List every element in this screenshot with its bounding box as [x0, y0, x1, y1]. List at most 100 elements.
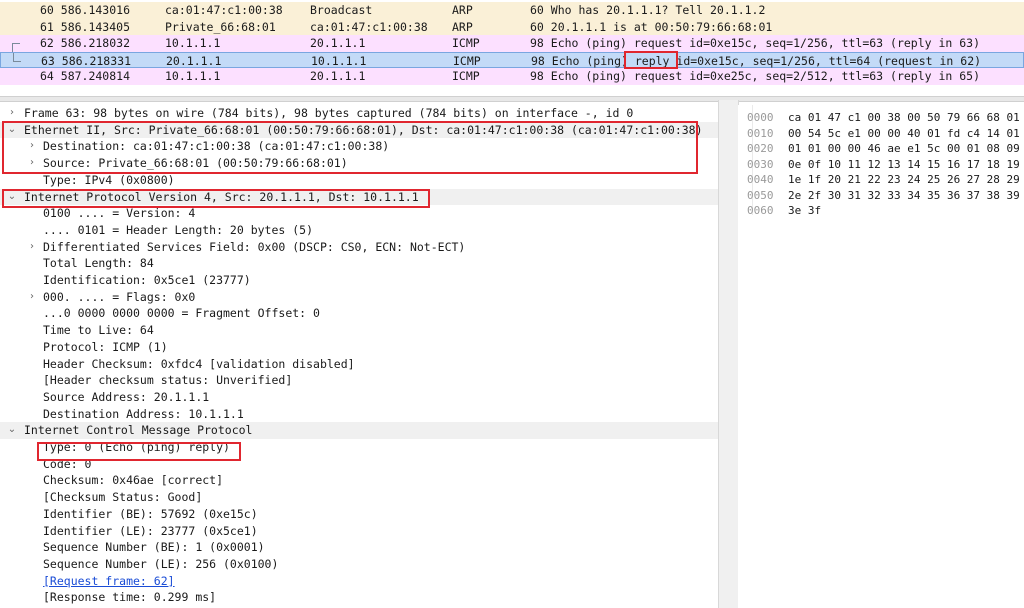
detail-text: Destination Address: 10.1.1.1: [43, 406, 244, 421]
detail-text: Sequence Number (BE): 1 (0x0001): [43, 540, 265, 555]
expand-arrow-icon[interactable]: ›: [6, 105, 18, 122]
packet-source: ca:01:47:c1:00:38: [165, 3, 283, 17]
packet-destination: 20.1.1.1: [310, 36, 366, 50]
packet-destination: Broadcast: [310, 3, 373, 17]
packet-list[interactable]: 60 586.143016 ca:01:47:c1:00:38 Broadcas…: [0, 0, 1024, 88]
detail-text: 0100 .... = Version: 4: [43, 206, 196, 221]
hex-offset: 0020: [747, 142, 774, 155]
detail-text: Header Checksum: 0xfdc4 [validation disa…: [43, 356, 355, 371]
detail-row[interactable]: › Destination: ca:01:47:c1:00:38 (ca:01:4…: [0, 138, 718, 155]
hex-offset: 0050: [747, 188, 774, 202]
detail-text: Sequence Number (LE): 256 (0x0100): [43, 556, 279, 571]
hex-offset: 0000: [747, 111, 774, 124]
hex-bytes[interactable]: 00 54 5c e1 00 00 40 01 fd c4 14 01: [788, 126, 1020, 142]
detail-row[interactable]: › Source: Private_66:68:01 (00:50:79:66:6…: [0, 155, 718, 172]
detail-text: [Header checksum status: Unverified]: [43, 373, 293, 388]
expand-arrow-icon[interactable]: ›: [26, 239, 38, 256]
detail-row[interactable]: Type: 0 (Echo (ping) reply): [0, 439, 718, 456]
detail-text: Destination: ca:01:47:c1:00:38 (ca:01:47…: [43, 139, 390, 154]
packet-row-61[interactable]: 61 586.143405 Private_66:68:01 ca:01:47:…: [0, 18, 1024, 35]
packet-destination: ca:01:47:c1:00:38: [310, 19, 428, 34]
detail-row[interactable]: Total Length: 84: [0, 255, 718, 272]
hex-offset: 0040: [747, 173, 774, 186]
detail-row[interactable]: Identification: 0x5ce1 (23777): [0, 272, 718, 289]
detail-row[interactable]: Time to Live: 64: [0, 322, 718, 339]
hex-bytes[interactable]: ca 01 47 c1 00 38 00 50 79 66 68 01: [788, 110, 1020, 126]
detail-text: Differentiated Services Field: 0x00 (DSC…: [43, 239, 466, 254]
packet-info: 98 Echo (ping) request id=0xe25c, seq=2/…: [530, 69, 981, 83]
packet-no-time: 60 586.143016: [40, 3, 131, 17]
packet-row-63-selected[interactable]: 63 586.218331 20.1.1.1 10.1.1.1 ICMP 98 …: [0, 51, 1024, 68]
detail-row[interactable]: Type: IPv4 (0x0800): [0, 172, 718, 189]
packet-details-tree[interactable]: › Frame 63: 98 bytes on wire (784 bits), …: [0, 105, 718, 608]
hex-bytes[interactable]: 0e 0f 10 11 12 13 14 15 16 17 18 19: [788, 157, 1020, 173]
detail-row[interactable]: [Request frame: 62]: [0, 573, 718, 590]
collapse-arrow-icon[interactable]: ⌄: [6, 422, 18, 439]
detail-text: Total Length: 84: [43, 256, 154, 271]
detail-row[interactable]: [Header checksum status: Unverified]: [0, 372, 718, 389]
detail-text: Identifier (LE): 23777 (0x5ce1): [43, 523, 258, 538]
packet-row-64[interactable]: 64 587.240814 10.1.1.1 20.1.1.1 ICMP 98 …: [0, 68, 1024, 85]
hex-bytes[interactable]: 3e 3f: [788, 203, 821, 219]
collapse-arrow-icon[interactable]: ⌄: [6, 122, 18, 139]
reply-marker-icon: [1, 52, 31, 68]
detail-row[interactable]: .... 0101 = Header Length: 20 bytes (5): [0, 222, 718, 239]
detail-row[interactable]: Identifier (LE): 23777 (0x5ce1): [0, 523, 718, 540]
detail-row[interactable]: Sequence Number (LE): 256 (0x0100): [0, 556, 718, 573]
detail-row[interactable]: › Frame 63: 98 bytes on wire (784 bits), …: [0, 105, 718, 122]
expand-arrow-icon[interactable]: ›: [26, 138, 38, 155]
packet-source: 10.1.1.1: [165, 36, 221, 50]
detail-text: [Checksum Status: Good]: [43, 490, 203, 505]
expand-arrow-icon[interactable]: ›: [26, 289, 38, 306]
detail-row[interactable]: Protocol: ICMP (1): [0, 339, 718, 356]
detail-row[interactable]: [Checksum Status: Good]: [0, 489, 718, 506]
packet-row-60[interactable]: 60 586.143016 ca:01:47:c1:00:38 Broadcas…: [0, 2, 1024, 19]
packet-destination: 20.1.1.1: [310, 69, 366, 83]
detail-row[interactable]: Sequence Number (BE): 1 (0x0001): [0, 539, 718, 556]
detail-row[interactable]: Header Checksum: 0xfdc4 [validation disa…: [0, 356, 718, 373]
hex-offset: 0060: [747, 204, 774, 217]
detail-row[interactable]: ⌄ Internet Protocol Version 4, Src: 20.1.…: [0, 188, 718, 206]
reply-keyword: reply: [634, 53, 670, 68]
hex-bytes[interactable]: 2e 2f 30 31 32 33 34 35 36 37 38 39: [788, 188, 1020, 204]
packet-row-62[interactable]: 62 586.218032 10.1.1.1 20.1.1.1 ICMP 98 …: [0, 35, 1024, 52]
packet-source: 20.1.1.1: [166, 53, 222, 68]
detail-row[interactable]: › Differentiated Services Field: 0x00 (DS…: [0, 239, 718, 256]
packet-no-time: 63 586.218331: [41, 53, 132, 68]
packet-bytes-pane[interactable]: 0000 ca 01 47 c1 00 38 00 50 79 66 68 01 0…: [738, 105, 1024, 608]
packet-no-time: 64 587.240814: [40, 69, 131, 83]
collapse-arrow-icon[interactable]: ⌄: [6, 189, 18, 206]
packet-protocol: ICMP: [452, 36, 480, 50]
detail-row[interactable]: Checksum: 0x46ae [correct]: [0, 472, 718, 489]
detail-text: Ethernet II, Src: Private_66:68:01 (00:5…: [24, 122, 703, 137]
detail-text: Internet Control Message Protocol: [24, 423, 253, 438]
detail-row[interactable]: [Response time: 0.299 ms]: [0, 589, 718, 606]
detail-row[interactable]: Destination Address: 10.1.1.1: [0, 406, 718, 423]
pane-splitter-horizontal[interactable]: [0, 96, 1024, 102]
detail-text: Checksum: 0x46ae [correct]: [43, 473, 224, 488]
detail-text: Internet Protocol Version 4, Src: 20.1.1…: [24, 189, 419, 204]
detail-text: Protocol: ICMP (1): [43, 339, 168, 354]
packet-source: Private_66:68:01: [165, 19, 276, 34]
hex-offset: 0010: [747, 126, 774, 140]
request-frame-link[interactable]: [Request frame: 62]: [43, 573, 175, 590]
packet-info: 98 Echo (ping) reply id=0xe15c, seq=1/25…: [531, 53, 982, 68]
hex-bytes[interactable]: 1e 1f 20 21 22 23 24 25 26 27 28 29: [788, 172, 1020, 188]
detail-text: Type: 0 (Echo (ping) reply): [43, 440, 230, 454]
detail-row[interactable]: 0100 .... = Version: 4: [0, 205, 718, 222]
detail-row[interactable]: Identifier (BE): 57692 (0xe15c): [0, 506, 718, 523]
detail-row[interactable]: › 000. .... = Flags: 0x0: [0, 289, 718, 306]
packet-info: 98 Echo (ping) request id=0xe15c, seq=1/…: [530, 36, 981, 50]
detail-row[interactable]: Source Address: 20.1.1.1: [0, 389, 718, 406]
detail-text: ...0 0000 0000 0000 = Fragment Offset: 0: [43, 306, 320, 321]
detail-row[interactable]: ⌄ Ethernet II, Src: Private_66:68:01 (00:…: [0, 121, 718, 139]
packet-no-time: 62 586.218032: [40, 36, 131, 50]
expand-arrow-icon[interactable]: ›: [26, 155, 38, 172]
detail-row[interactable]: ...0 0000 0000 0000 = Fragment Offset: 0: [0, 305, 718, 322]
detail-text: Identifier (BE): 57692 (0xe15c): [43, 506, 258, 521]
pane-splitter-vertical[interactable]: [718, 100, 739, 608]
packet-info: 60 Who has 20.1.1.1? Tell 20.1.1.2: [530, 3, 766, 17]
hex-bytes[interactable]: 01 01 00 00 46 ae e1 5c 00 01 08 09: [788, 141, 1020, 157]
detail-row[interactable]: ⌄ Internet Control Message Protocol: [0, 422, 718, 439]
detail-row[interactable]: Code: 0: [0, 456, 718, 473]
